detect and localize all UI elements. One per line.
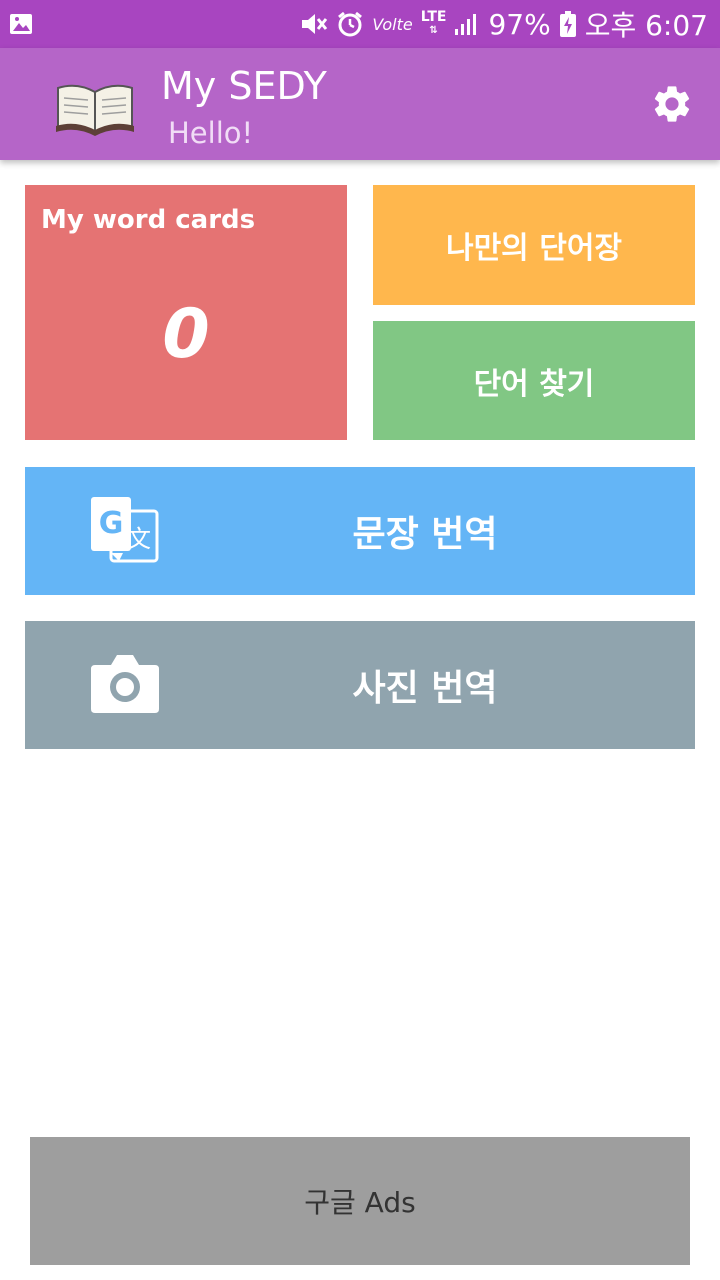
open-book-icon xyxy=(52,78,138,138)
photo-translate-button[interactable]: 사진 번역 xyxy=(25,621,695,749)
word-cards-count: 0 xyxy=(162,295,210,374)
my-vocab-label: 나만의 단어장 xyxy=(445,231,623,266)
battery-charging-icon xyxy=(559,10,577,38)
status-bar-left xyxy=(8,11,34,37)
my-vocab-button[interactable]: 나만의 단어장 xyxy=(373,185,695,305)
word-cards-tile[interactable]: My word cards 0 xyxy=(25,185,347,440)
gallery-notification-icon xyxy=(8,11,34,37)
svg-text:G: G xyxy=(99,506,124,541)
camera-icon xyxy=(89,649,161,721)
sentence-translate-button[interactable]: G 文 문장 번역 xyxy=(25,467,695,595)
app-subtitle: Hello! xyxy=(168,116,254,150)
alarm-icon xyxy=(336,10,364,38)
google-translate-icon: G 文 xyxy=(89,495,161,567)
status-bar-right: Volte LTE ⇅ 97% 오후 6:07 xyxy=(298,4,708,44)
find-word-button[interactable]: 단어 찾기 xyxy=(373,321,695,440)
mute-icon xyxy=(298,9,328,39)
word-cards-label: My word cards xyxy=(41,205,256,235)
app-bar: My SEDY Hello! xyxy=(0,48,720,160)
photo-translate-label: 사진 번역 xyxy=(352,668,498,709)
sentence-translate-label: 문장 번역 xyxy=(352,514,498,555)
status-bar: Volte LTE ⇅ 97% 오후 6:07 xyxy=(0,0,720,48)
volte-indicator: Volte xyxy=(372,14,413,34)
svg-text:文: 文 xyxy=(127,525,151,553)
ad-banner-label: 구글 Ads xyxy=(304,1186,416,1219)
app-title: My SEDY xyxy=(161,64,327,108)
gear-icon[interactable] xyxy=(650,82,694,126)
signal-icon xyxy=(454,11,480,37)
find-word-label: 단어 찾기 xyxy=(473,366,595,402)
battery-percent: 97% xyxy=(488,7,551,41)
ad-banner[interactable]: 구글 Ads xyxy=(30,1137,690,1265)
clock: 오후 6:07 xyxy=(584,9,708,42)
lte-indicator: LTE ⇅ xyxy=(420,9,447,36)
